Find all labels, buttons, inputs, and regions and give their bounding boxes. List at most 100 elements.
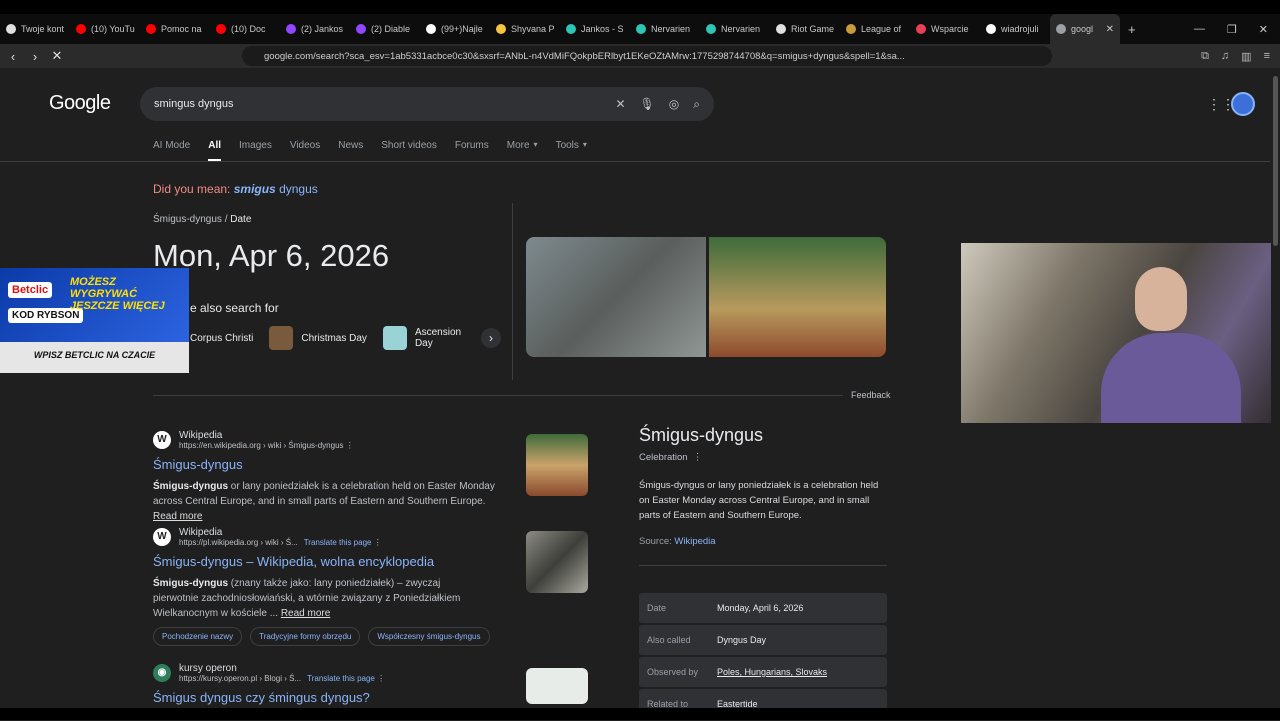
result-site[interactable]: W Wikipedia https://pl.wikipedia.org › w… xyxy=(153,527,490,547)
browser-tab-bar: Twoje kont (10) YouTu Pomoc na (10) Doc (2) … xyxy=(0,14,1280,44)
kp-fact-row: Also called Dyngus Day xyxy=(639,625,887,655)
tab-favicon-icon xyxy=(356,24,366,34)
search-tabs: AI Mode All Images Videos News Short videos Fo… xyxy=(153,140,587,161)
browser-tab[interactable]: Wsparcie xyxy=(910,14,980,44)
browser-tab[interactable]: (2) Diable xyxy=(350,14,420,44)
kp-subtitle-text: Celebration xyxy=(639,452,688,463)
puzzle-icon[interactable]: ⧉ xyxy=(1201,50,1209,63)
chip-ascension-day[interactable]: Ascension Day xyxy=(382,326,465,350)
browser-tab[interactable]: (99+)Najle xyxy=(420,14,490,44)
menu-icon[interactable]: ≡ xyxy=(1264,50,1270,63)
chips-next-button[interactable]: › xyxy=(480,328,501,348)
browser-tab[interactable]: League of xyxy=(840,14,910,44)
maximize-icon[interactable]: ❐ xyxy=(1227,23,1237,36)
lens-icon[interactable]: ◎ xyxy=(669,97,679,111)
search-tab[interactable]: Short videos xyxy=(381,140,437,161)
result-site[interactable]: ◉ kursy operon https://kursy.operon.pl ›… xyxy=(153,663,385,683)
browser-tab[interactable]: Nervarien xyxy=(630,14,700,44)
browser-tab[interactable]: Riot Game xyxy=(770,14,840,44)
mic-icon[interactable]: 🎙 xyxy=(640,97,655,111)
tabs-divider xyxy=(0,161,1270,162)
search-tab[interactable]: Videos xyxy=(290,140,320,161)
translate-link[interactable]: Translate this page xyxy=(304,538,372,547)
fact-key: Date xyxy=(647,603,667,613)
result-title[interactable]: Śmigus-dyngus – Wikipedia, wolna encyklo… xyxy=(153,554,490,569)
result-thumbnail[interactable] xyxy=(526,531,588,593)
url-field[interactable]: google.com/search?sca_esv=1ab5331acbce0c… xyxy=(242,46,1052,66)
fact-value[interactable]: Poles, Hungarians, Slovaks xyxy=(717,667,827,677)
search-icon[interactable]: ⌕ xyxy=(693,97,700,112)
more-options-icon[interactable]: ⋮ xyxy=(690,452,703,463)
search-tab[interactable]: Forums xyxy=(455,140,489,161)
result-title[interactable]: Śmigus-dyngus xyxy=(153,457,508,472)
featured-image-folk-painting[interactable] xyxy=(709,237,886,357)
browser-tab[interactable]: (10) YouTu xyxy=(70,14,140,44)
browser-tab[interactable]: googl ✕ xyxy=(1050,14,1120,44)
search-input[interactable]: smingus dyngus xyxy=(154,98,234,110)
music-icon[interactable]: ♫ xyxy=(1221,50,1229,63)
new-tab-icon[interactable]: + xyxy=(1128,22,1136,37)
search-box[interactable]: smingus dyngus ✕ 🎙 ◎ ⌕ xyxy=(140,87,714,121)
browser-tab[interactable]: wiadrojuli xyxy=(980,14,1050,44)
browser-tab[interactable]: Shyvana P xyxy=(490,14,560,44)
url-text: google.com/search?sca_esv=1ab5331acbce0c… xyxy=(264,50,905,62)
more-options-icon[interactable]: ⋮ xyxy=(377,674,385,683)
browser-tab[interactable]: (2) Jankos xyxy=(280,14,350,44)
fact-value: Monday, April 6, 2026 xyxy=(717,603,804,613)
sitelink-pill[interactable]: Pochodzenie nazwy xyxy=(153,627,243,646)
kp-fact-row: Observed by Poles, Hungarians, Slovaks xyxy=(639,657,887,687)
feedback-link[interactable]: Feedback xyxy=(851,390,891,400)
wikipedia-icon: W xyxy=(153,528,171,546)
sitelink-pill[interactable]: Współczesny śmigus-dyngus xyxy=(368,627,490,646)
google-logo[interactable]: Google xyxy=(49,92,111,115)
search-tab[interactable]: AI Mode xyxy=(153,140,190,161)
more-options-icon[interactable]: ⋮ xyxy=(374,538,382,547)
browser-tab[interactable]: Jankos - S xyxy=(560,14,630,44)
search-tab[interactable]: News xyxy=(338,140,363,161)
operon-icon: ◉ xyxy=(153,664,171,682)
search-tab[interactable]: More xyxy=(507,140,530,161)
chevron-down-icon: ▾ xyxy=(582,140,587,149)
search-tab[interactable]: Tools xyxy=(556,140,579,161)
tab-label: Nervarien xyxy=(721,24,761,34)
close-tab-icon[interactable]: ✕ xyxy=(1106,24,1114,35)
sidebar-icon[interactable]: ▥ xyxy=(1241,50,1251,63)
result-site[interactable]: W Wikipedia https://en.wikipedia.org › w… xyxy=(153,430,508,450)
page-scrollbar[interactable] xyxy=(1271,68,1280,708)
scrollbar-thumb[interactable] xyxy=(1273,76,1278,246)
browser-tab[interactable]: Pomoc na xyxy=(140,14,210,44)
browser-tab[interactable]: (10) Doc xyxy=(210,14,280,44)
breadcrumb-entity[interactable]: Śmigus-dyngus xyxy=(153,214,222,225)
kp-source-link[interactable]: Wikipedia xyxy=(674,536,715,547)
minimize-icon[interactable]: — xyxy=(1194,23,1205,36)
more-options-icon[interactable]: ⋮ xyxy=(346,441,354,450)
sitelink-pill[interactable]: Tradycyjne formy obrzędu xyxy=(250,627,361,646)
search-tab[interactable]: Images xyxy=(239,140,272,161)
kp-fact-row: Date Monday, April 6, 2026 xyxy=(639,593,887,623)
tab-favicon-icon xyxy=(146,24,156,34)
featured-image-water-fight[interactable] xyxy=(526,237,706,357)
translate-link[interactable]: Translate this page xyxy=(307,674,375,683)
result-thumbnail[interactable] xyxy=(526,668,588,704)
close-window-icon[interactable]: ✕ xyxy=(1259,23,1268,36)
read-more-link[interactable]: Read more xyxy=(153,511,202,522)
clear-icon[interactable]: ✕ xyxy=(615,97,625,111)
forward-icon[interactable]: › xyxy=(26,49,44,64)
chip-corpus-christi[interactable]: Corpus Christi xyxy=(190,333,253,344)
fact-value: Dyngus Day xyxy=(717,635,767,645)
avatar[interactable] xyxy=(1231,92,1255,116)
search-tab[interactable]: All xyxy=(208,140,222,161)
result-thumbnail[interactable] xyxy=(526,434,588,496)
did-you-mean: Did you mean: smigus dyngus xyxy=(153,182,318,196)
browser-tab[interactable]: Nervarien xyxy=(700,14,770,44)
snippet-bold: Śmigus-dyngus xyxy=(153,481,229,492)
ad-banner: Betclic KOD RYBSON MOŻESZ WYGRYWAĆ JESZC… xyxy=(0,268,189,342)
stop-icon[interactable]: ✕ xyxy=(48,48,66,64)
browser-tab[interactable]: Twoje kont xyxy=(0,14,70,44)
webcam-person-shirt xyxy=(1101,333,1241,423)
did-you-mean-link[interactable]: smigus dyngus xyxy=(234,182,318,196)
back-icon[interactable]: ‹ xyxy=(4,49,22,64)
result-title[interactable]: Śmigus dyngus czy śmingus dyngus? xyxy=(153,690,385,705)
chip-christmas-day[interactable]: Christmas Day xyxy=(269,326,367,350)
read-more-link[interactable]: Read more xyxy=(281,608,330,619)
